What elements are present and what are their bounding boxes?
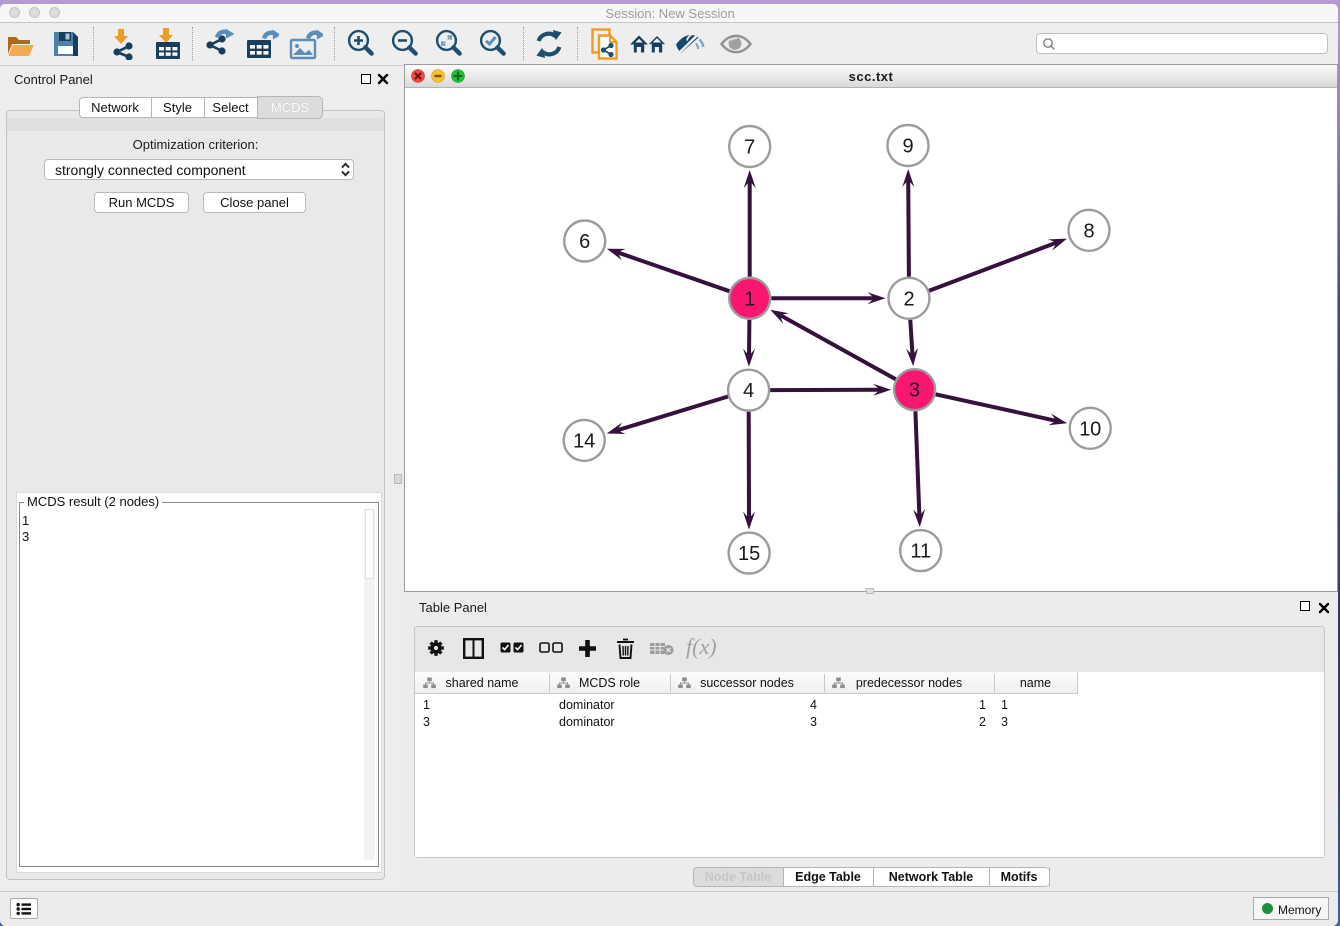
svg-text:10: 10 [1079, 418, 1101, 440]
svg-text:8: 8 [1083, 220, 1094, 242]
svg-text:3: 3 [909, 380, 920, 402]
svg-text:2: 2 [903, 288, 914, 310]
svg-text:15: 15 [738, 543, 760, 565]
svg-text:1: 1 [744, 288, 755, 310]
svg-text:11: 11 [910, 541, 931, 563]
svg-text:14: 14 [573, 430, 595, 452]
svg-text:9: 9 [902, 136, 913, 158]
svg-text:7: 7 [744, 137, 755, 159]
svg-text:4: 4 [743, 380, 754, 402]
svg-text:6: 6 [579, 231, 590, 253]
